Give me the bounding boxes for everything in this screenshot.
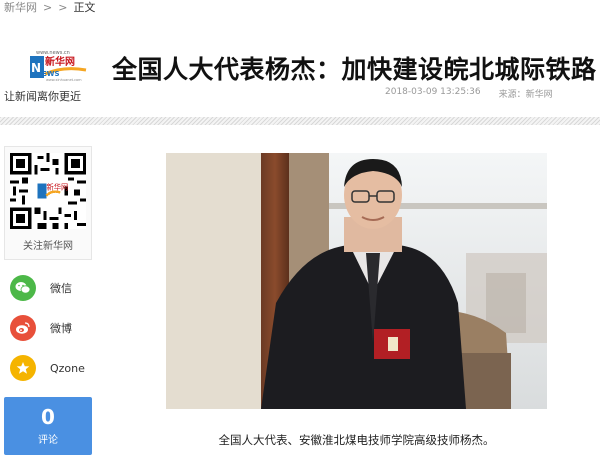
- qzone-icon: [10, 355, 36, 381]
- comment-count: 0: [41, 405, 55, 429]
- article-meta: 2018-03-09 13:25:36 来源：新华网: [385, 87, 553, 100]
- comment-label: 评论: [38, 435, 58, 446]
- svg-text:新华网: 新华网: [46, 182, 68, 191]
- svg-text:新华网: 新华网: [45, 55, 75, 68]
- svg-text:EWS: EWS: [42, 70, 60, 78]
- breadcrumb-separator: >: [43, 0, 53, 14]
- weibo-icon: [10, 315, 36, 341]
- svg-text:www.news.cn: www.news.cn: [36, 50, 70, 56]
- qr-code-icon: 新华网: [10, 153, 86, 229]
- share-wechat-button[interactable]: 微信: [4, 274, 92, 302]
- share-qzone-label: Qzone: [50, 361, 85, 375]
- logo-slogan: 让新闻离你更近: [4, 90, 81, 103]
- article-source: 来源：新华网: [498, 90, 553, 100]
- header-divider: [0, 117, 600, 125]
- breadcrumb: 新华网 > > 正文: [4, 0, 96, 15]
- wechat-icon: [10, 275, 36, 301]
- xinhua-logo[interactable]: www.news.cn N 新华网 EWS www.xinhuanet.com …: [4, 46, 100, 106]
- qr-code-panel: 新华网 关注新华网: [4, 146, 92, 260]
- xinhua-news-logo-mark: www.news.cn N 新华网 EWS www.xinhuanet.com: [30, 50, 87, 82]
- share-sidebar: 新华网 关注新华网 微信 微博 Qzone: [4, 146, 92, 382]
- portrait-photo: [166, 153, 547, 409]
- breadcrumb-current: 正文: [73, 1, 96, 14]
- article-photo: [166, 153, 547, 409]
- share-weibo-button[interactable]: 微博: [4, 314, 92, 342]
- breadcrumb-home-link[interactable]: 新华网: [4, 0, 37, 15]
- photo-caption: 全国人大代表、安徽淮北煤电技师学院高级技师杨杰。: [218, 433, 495, 447]
- breadcrumb-separator: >: [58, 0, 68, 14]
- share-wechat-label: 微信: [50, 282, 72, 295]
- svg-text:www.xinhuanet.com: www.xinhuanet.com: [46, 78, 82, 82]
- article-datetime: 2018-03-09 13:25:36: [385, 87, 481, 97]
- share-weibo-label: 微博: [50, 322, 72, 335]
- comment-button[interactable]: 0 评论: [4, 397, 92, 455]
- qr-label: 关注新华网: [23, 241, 73, 252]
- svg-text:N: N: [31, 61, 41, 75]
- article-title: 全国人大代表杨杰：加快建设皖北城际铁路: [112, 55, 597, 84]
- share-qzone-button[interactable]: Qzone: [4, 354, 92, 382]
